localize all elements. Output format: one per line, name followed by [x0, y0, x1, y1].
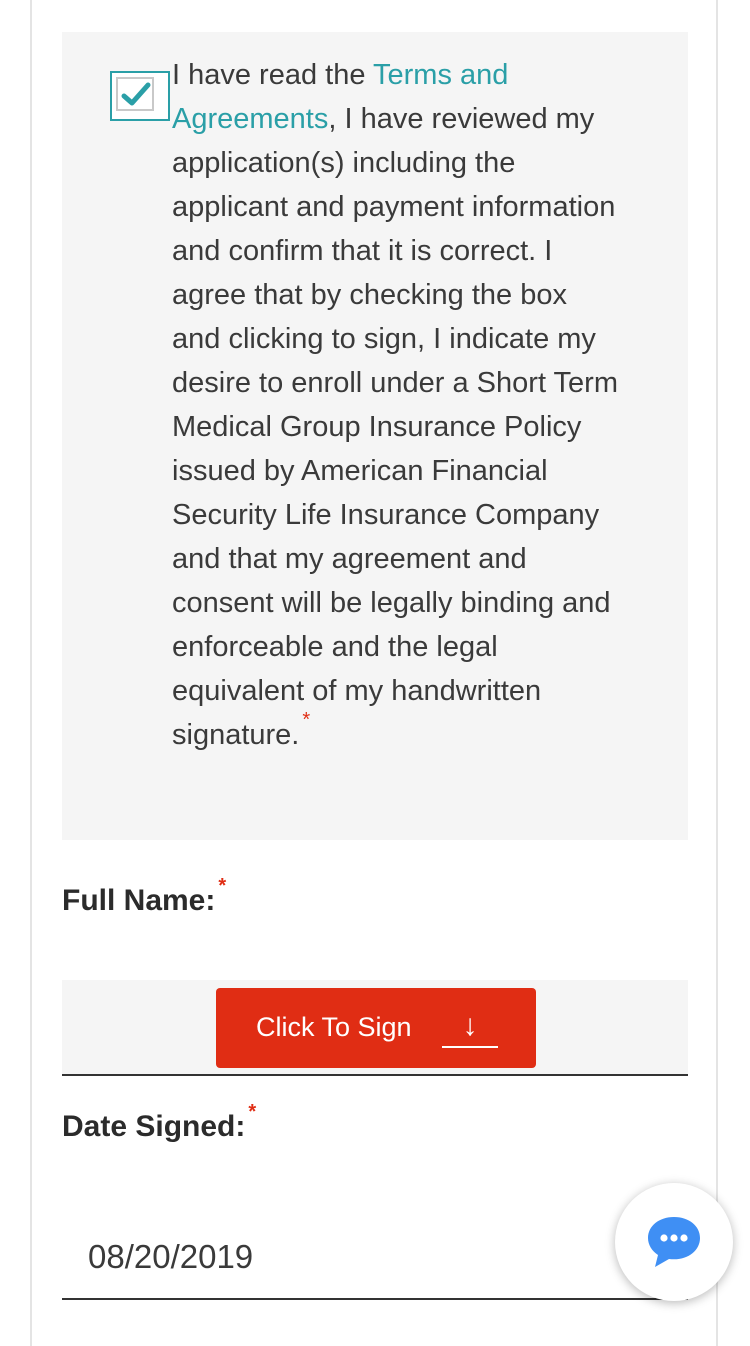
- full-name-label: Full Name: *: [62, 875, 226, 918]
- consent-text: I have read the Terms and Agreements, I …: [172, 53, 622, 760]
- date-signed-input[interactable]: [86, 1230, 590, 1284]
- sign-button-label: Click To Sign: [256, 1012, 412, 1042]
- consent-text-before: I have read the: [172, 59, 374, 91]
- consent-text-after: , I have reviewed my application(s) incl…: [172, 103, 618, 751]
- date-signed-label-text: Date Signed:: [62, 1110, 246, 1143]
- signature-area: Click To Sign ↓: [62, 980, 688, 1076]
- date-signed-label: Date Signed: *: [62, 1101, 256, 1144]
- chat-button[interactable]: [615, 1183, 733, 1301]
- required-asterisk: *: [218, 875, 227, 897]
- consent-checkbox[interactable]: [110, 71, 170, 121]
- chat-bubble-icon: [648, 1217, 700, 1267]
- down-arrow-icon: ↓: [442, 1006, 498, 1048]
- date-signed-field: [62, 1220, 688, 1300]
- required-asterisk: *: [302, 709, 311, 731]
- required-asterisk: *: [248, 1101, 257, 1123]
- click-to-sign-button[interactable]: Click To Sign ↓: [216, 988, 536, 1068]
- checkbox-box: [116, 77, 154, 111]
- full-name-label-text: Full Name:: [62, 884, 216, 917]
- checkmark-icon: [121, 82, 151, 106]
